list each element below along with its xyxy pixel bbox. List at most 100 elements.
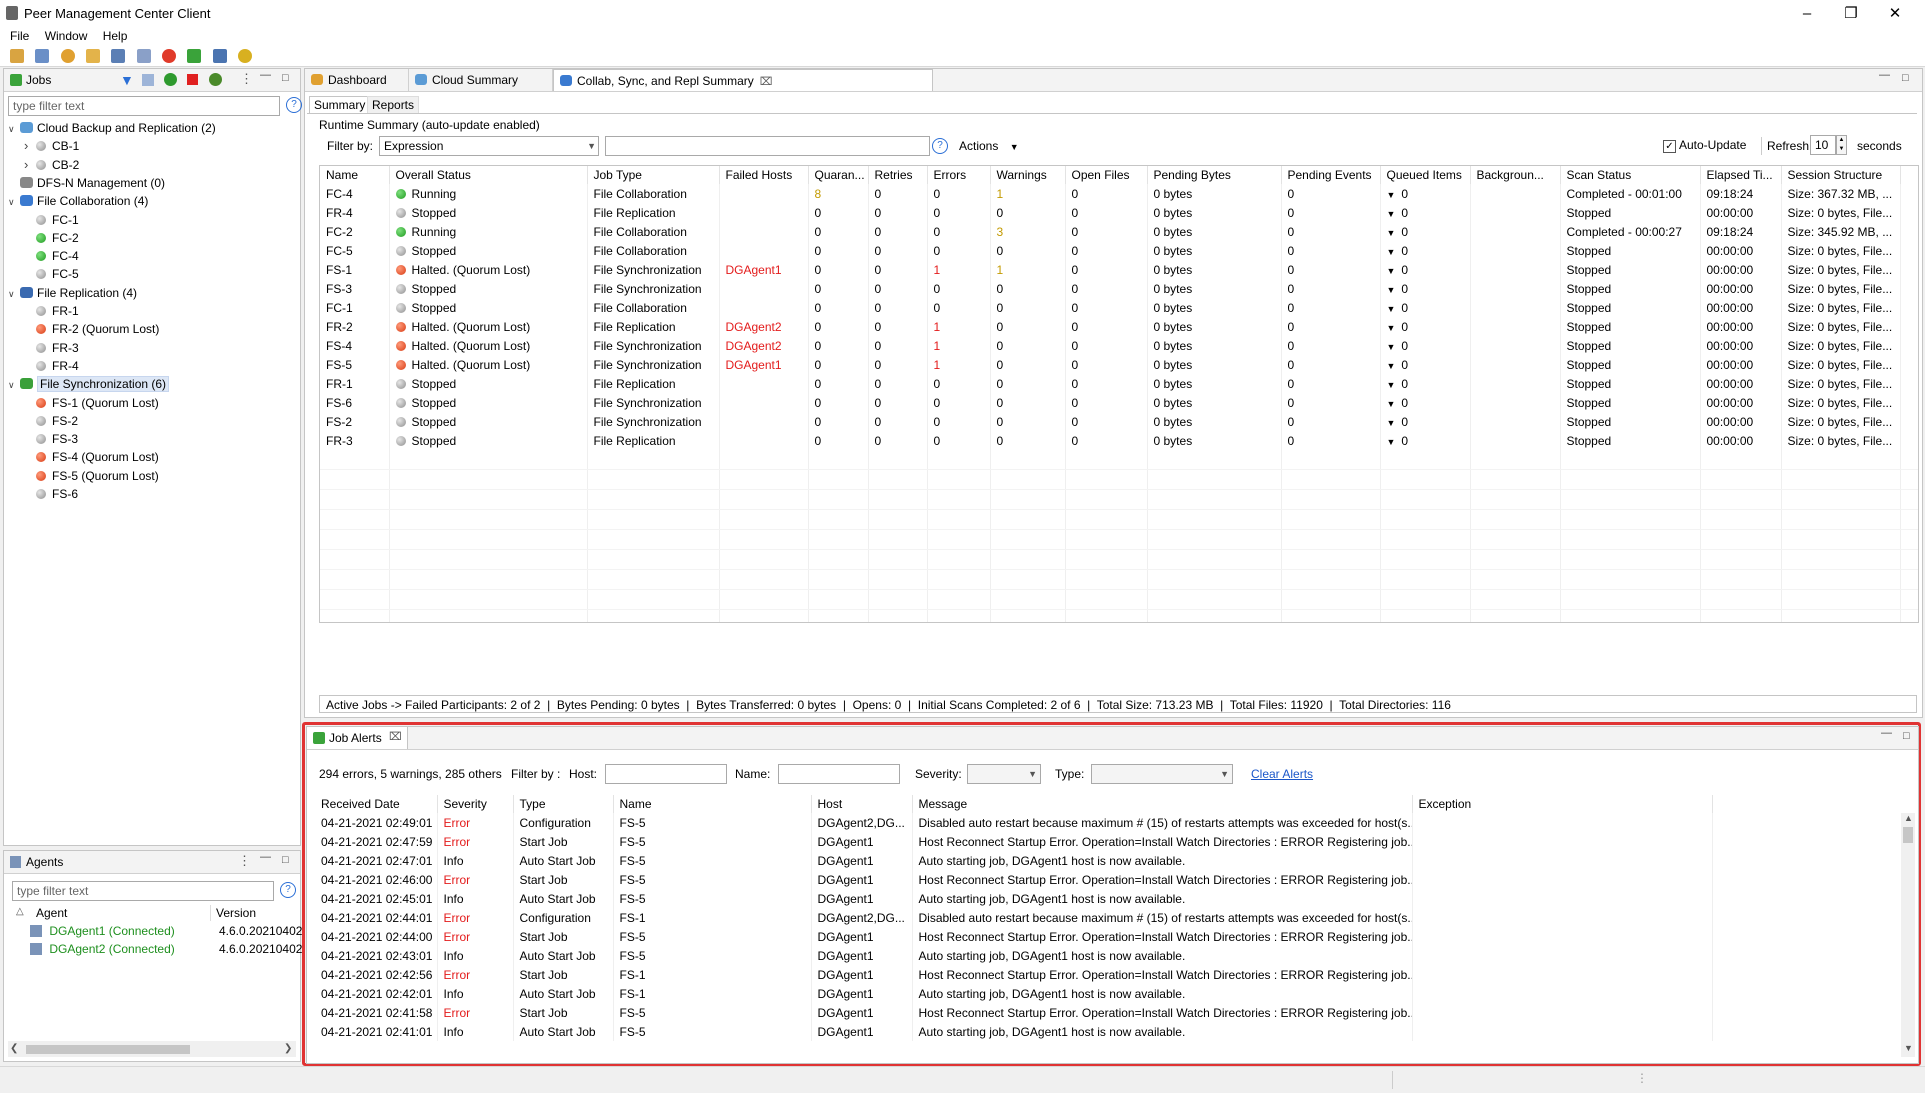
menu-window[interactable]: Window [39,27,94,45]
alert-row[interactable]: 04-21-2021 02:43:01 Info Auto Start Job FS-… [315,946,1901,965]
table-row[interactable]: FS-1 Halted. (Quorum Lost) File Synchroniz… [320,260,1918,279]
restart-job-icon[interactable] [209,73,222,86]
column-header[interactable]: Name [320,166,390,184]
column-header[interactable]: Retries [868,166,928,184]
column-header[interactable]: Open Files [1065,166,1148,184]
chevron-down-icon[interactable]: ∨ [8,120,20,138]
table-row[interactable]: FS-4 Halted. (Quorum Lost) File Synchroniz… [320,336,1918,355]
expand-triangle-icon[interactable]: ▼ [1387,380,1396,390]
column-header[interactable]: Errors [927,166,991,184]
column-header[interactable]: Backgroun... [1470,166,1561,184]
expand-triangle-icon[interactable]: ▼ [1387,437,1396,447]
column-header[interactable]: Job Type [587,166,720,184]
help-icon[interactable]: ? [286,97,302,113]
start-job-icon[interactable] [164,73,177,86]
expand-triangle-icon[interactable]: ▼ [1387,285,1396,295]
expand-triangle-icon[interactable]: ▼ [1387,190,1396,200]
actions-menu-button[interactable]: Actions ▼ [959,139,1019,153]
column-header[interactable]: Quaran... [808,166,869,184]
expand-triangle-icon[interactable]: ▼ [1387,361,1396,371]
host-filter-input[interactable] [605,764,727,784]
tag-icon[interactable] [136,49,151,63]
chevron-down-icon[interactable]: ∨ [8,376,20,394]
new-job-icon[interactable] [10,49,24,63]
type-select[interactable]: ▼ [1091,764,1233,784]
expand-triangle-icon[interactable]: ▼ [1387,399,1396,409]
auto-update-checkbox[interactable]: ✓ [1663,140,1676,153]
chevron-right-icon[interactable]: › [24,137,36,155]
table-row[interactable]: FS-6 Stopped File Synchronization 0 0 0 0 0 0 by… [320,393,1918,412]
check-icon[interactable] [212,49,227,63]
chevron-down-icon[interactable]: ∨ [8,193,20,211]
alert-row[interactable]: 04-21-2021 02:41:58 Error Start Job FS-5 DGA… [315,1003,1901,1022]
filter-jobs-icon[interactable]: ▼ [120,72,134,88]
alerts-column-header[interactable]: Host [811,795,913,813]
jobs-filter-input[interactable]: type filter text [8,96,280,116]
tree-item[interactable]: FR-2 (Quorum Lost) [24,320,159,338]
tree-item[interactable]: FS-6 [24,485,78,503]
stop-job-icon[interactable] [187,74,198,85]
column-header[interactable]: Warnings [990,166,1066,184]
editor-tab[interactable]: Cloud Summary [409,69,553,91]
expand-triangle-icon[interactable]: ▼ [1387,342,1396,352]
maximize-view-icon[interactable]: □ [1902,72,1909,84]
tree-item[interactable]: › CB-2 [24,156,79,174]
tree-item[interactable]: FC-1 [24,211,79,229]
close-tab-icon[interactable]: ⌧ [389,730,402,743]
table-row[interactable]: FC-1 Stopped File Collaboration 0 0 0 0 0 0 byte… [320,298,1918,317]
tree-item[interactable]: FR-1 [24,302,79,320]
expand-triangle-icon[interactable]: ▼ [1387,228,1396,238]
close-tab-icon[interactable]: ⌧ [760,76,773,88]
help-icon[interactable]: ? [280,882,296,898]
alerts-column-header[interactable]: Message [912,795,1413,813]
column-header[interactable]: Elapsed Ti... [1700,166,1782,184]
column-header[interactable]: Queued Items [1380,166,1471,184]
expand-triangle-icon[interactable]: ▼ [1387,323,1396,333]
menu-file[interactable]: File [4,27,35,45]
maximize-view-icon[interactable]: □ [1903,730,1910,742]
agent-row[interactable]: DGAgent2 (Connected) 4.6.0.20210402 [30,942,302,960]
tree-group[interactable]: ∨ Cloud Backup and Replication (2) [8,119,216,137]
name-filter-input[interactable] [778,764,900,784]
column-header[interactable]: Failed Hosts [719,166,809,184]
tag-filter-icon[interactable] [142,74,154,86]
agents-column-agent[interactable]: Agent [36,906,67,920]
tree-item[interactable]: FC-4 [24,247,79,265]
alerts-column-header[interactable]: Received Date [315,795,438,813]
table-row[interactable]: FS-3 Stopped File Synchronization 0 0 0 0 0 0 by… [320,279,1918,298]
subtab-summary[interactable]: Summary [309,96,371,113]
alerts-column-header[interactable]: Type [513,795,614,813]
tree-item[interactable]: FS-1 (Quorum Lost) [24,394,159,412]
expand-triangle-icon[interactable]: ▼ [1387,209,1396,219]
tree-item[interactable]: FS-4 (Quorum Lost) [24,448,159,466]
list-icon[interactable] [35,49,50,63]
table-row[interactable]: FR-1 Stopped File Replication 0 0 0 0 0 0 bytes 0… [320,374,1918,393]
column-header[interactable]: Overall Status [389,166,588,184]
alert-row[interactable]: 04-21-2021 02:47:59 Error Start Job FS-5 DGA… [315,832,1901,851]
alerts-column-header[interactable]: Exception [1412,795,1713,813]
editor-tab[interactable]: Dashboard [305,69,409,91]
column-header[interactable]: Session Structure [1781,166,1901,184]
column-header[interactable]: Pending Events [1281,166,1381,184]
tree-item[interactable]: FR-3 [24,339,79,357]
tree-group[interactable]: ∨ File Replication (4) [8,284,137,302]
table-row[interactable]: FR-3 Stopped File Replication 0 0 0 0 0 0 bytes 0… [320,431,1918,450]
table-row[interactable]: FR-2 Halted. (Quorum Lost) File Replicatio… [320,317,1918,336]
minimize-view-icon[interactable]: — [260,851,271,863]
tree-group[interactable]: DFS-N Management (0) [8,174,165,192]
severity-select[interactable]: ▼ [967,764,1041,784]
menu-help[interactable]: Help [97,27,134,45]
tree-item[interactable]: › CB-1 [24,137,79,155]
alert-row[interactable]: 04-21-2021 02:41:01 Info Auto Start Job FS-… [315,1022,1901,1041]
tree-item[interactable]: FS-5 (Quorum Lost) [24,467,159,485]
horizontal-scrollbar[interactable]: ❮ ❯ [8,1041,296,1057]
expand-triangle-icon[interactable]: ▼ [1387,418,1396,428]
minimize-view-icon[interactable]: — [1881,727,1892,739]
chevron-down-icon[interactable]: ∨ [8,285,20,303]
tree-item[interactable]: FS-3 [24,430,78,448]
alert-row[interactable]: 04-21-2021 02:42:01 Info Auto Start Job FS-… [315,984,1901,1003]
expand-triangle-icon[interactable]: ▼ [1387,304,1396,314]
refresh-spinner[interactable]: ▲ ▼ [1836,135,1847,155]
tree-item[interactable]: FC-2 [24,229,79,247]
minimize-view-icon[interactable]: — [260,69,271,81]
